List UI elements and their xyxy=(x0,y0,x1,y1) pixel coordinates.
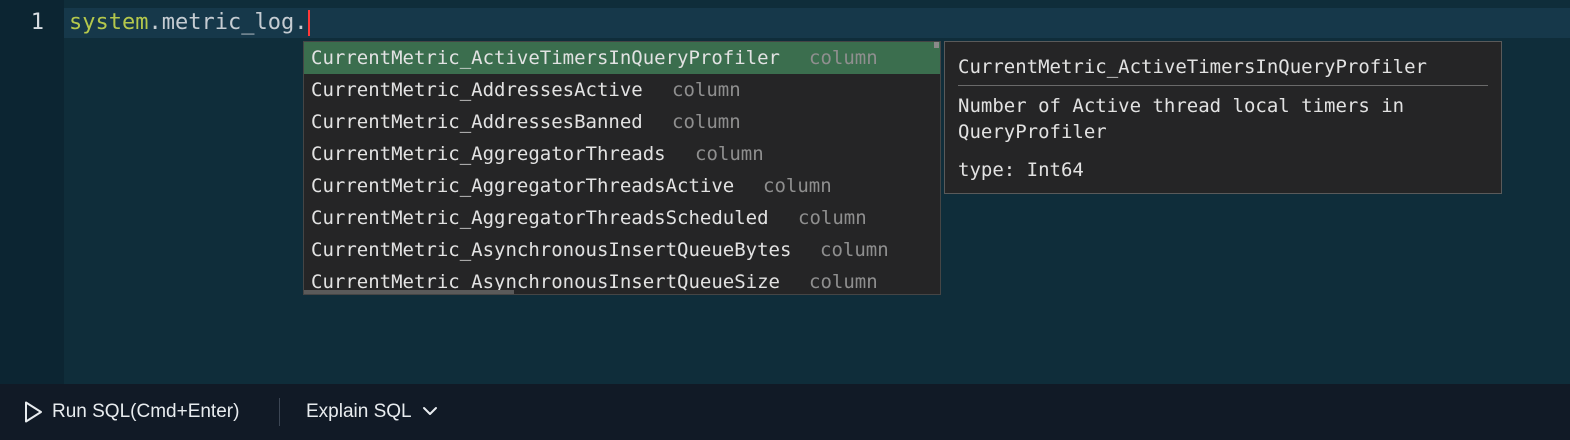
autocomplete-item-label: CurrentMetric_AggregatorThreadsScheduled xyxy=(311,207,769,229)
autocomplete-item[interactable]: CurrentMetric_AsynchronousInsertQueueByt… xyxy=(304,234,940,266)
play-icon xyxy=(22,400,44,424)
explain-sql-label: Explain SQL xyxy=(306,401,412,422)
autocomplete-item[interactable]: CurrentMetric_AggregatorThreadsActive col… xyxy=(304,170,940,202)
details-description: Number of Active thread local timers in … xyxy=(958,95,1405,143)
line-number-gutter: 1 xyxy=(0,0,64,384)
autocomplete-item-label: CurrentMetric_ActiveTimersInQueryProfile… xyxy=(311,47,780,69)
autocomplete-item[interactable]: CurrentMetric_AggregatorThreadsScheduled… xyxy=(304,202,940,234)
autocomplete-item[interactable]: CurrentMetric_AddressesActive column xyxy=(304,74,940,106)
autocomplete-item-kind: column xyxy=(809,271,878,293)
details-type: type: Int64 xyxy=(958,159,1084,181)
line-number: 1 xyxy=(30,10,44,35)
autocomplete-item-kind: column xyxy=(672,111,741,133)
autocomplete-list[interactable]: CurrentMetric_ActiveTimersInQueryProfile… xyxy=(303,41,941,295)
suggestion-details-panel: CurrentMetric_ActiveTimersInQueryProfile… xyxy=(944,41,1502,194)
code-schema-token: system xyxy=(69,10,149,35)
autocomplete-item-label: CurrentMetric_AddressesBanned xyxy=(311,111,643,133)
details-title: CurrentMetric_ActiveTimersInQueryProfile… xyxy=(958,56,1427,78)
autocomplete-item-kind: column xyxy=(820,239,889,261)
editor-toolbar: Run SQL(Cmd+Enter) Explain SQL xyxy=(0,384,1570,440)
autocomplete-item[interactable]: CurrentMetric_ActiveTimersInQueryProfile… xyxy=(304,42,940,74)
autocomplete-horizontal-scrollbar[interactable] xyxy=(304,290,514,294)
code-line[interactable]: system.metric_log. xyxy=(69,8,311,38)
autocomplete-item-label: CurrentMetric_AddressesActive xyxy=(311,79,643,101)
run-sql-button[interactable]: Run SQL(Cmd+Enter) xyxy=(22,396,239,428)
autocomplete-item-kind: column xyxy=(763,175,832,197)
autocomplete-item-kind: column xyxy=(798,207,867,229)
sql-editor-screen: 1 system.metric_log. CurrentMetric_Activ… xyxy=(0,0,1570,440)
run-sql-label: Run SQL(Cmd+Enter) xyxy=(52,401,240,422)
code-dot-token: . xyxy=(148,10,162,35)
autocomplete-item-kind: column xyxy=(695,143,764,165)
autocomplete-item-kind: column xyxy=(672,79,741,101)
autocomplete-item-label: CurrentMetric_AggregatorThreads xyxy=(311,143,666,165)
autocomplete-item-label: CurrentMetric_AsynchronousInsertQueueByt… xyxy=(311,239,792,261)
chevron-down-icon xyxy=(422,401,438,423)
autocomplete-scrollbar[interactable] xyxy=(934,42,939,48)
autocomplete-item[interactable]: CurrentMetric_AddressesBanned column xyxy=(304,106,940,138)
autocomplete-item-kind: column xyxy=(809,47,878,69)
text-cursor xyxy=(308,10,311,36)
explain-sql-button[interactable]: Explain SQL xyxy=(306,396,438,428)
autocomplete-item[interactable]: CurrentMetric_AggregatorThreads column xyxy=(304,138,940,170)
code-table-token: metric_log xyxy=(161,10,295,35)
code-dot-token-trailing: . xyxy=(294,10,308,35)
details-divider xyxy=(958,85,1488,86)
toolbar-divider xyxy=(279,398,280,426)
autocomplete-item-label: CurrentMetric_AggregatorThreadsActive xyxy=(311,175,735,197)
